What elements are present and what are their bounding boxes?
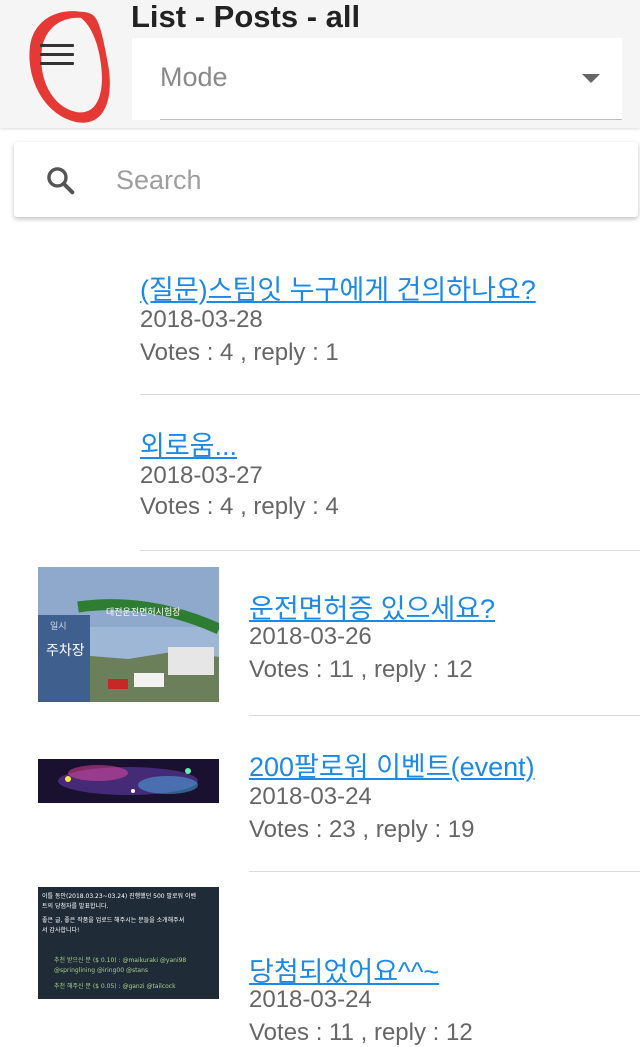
post-thumbnail[interactable]: 대전운전면허시험장 일시 주차장: [38, 567, 219, 702]
list-item[interactable]: (질문)스팀잇 누구에게 건의하나요? 2018-03-28 Votes : 4…: [0, 240, 640, 395]
post-top-text: 일시: [50, 621, 67, 632]
list-item[interactable]: 이틀 동안(2018.03.23~03.24) 진행했던 500 팔로워 이벤 …: [0, 872, 640, 1046]
mode-dropdown[interactable]: Mode: [132, 38, 622, 120]
mode-dropdown-label: Mode: [160, 62, 228, 92]
search-input[interactable]: [114, 158, 598, 202]
thumb-line: @springlining @iring00 @stans: [54, 967, 148, 974]
triangle-down-icon: [582, 74, 600, 83]
post-date: 2018-03-24: [249, 783, 372, 810]
mode-underline: [160, 119, 622, 120]
post-title-link[interactable]: 당첨되었어요^^~: [249, 950, 439, 989]
post-title-link[interactable]: 운전면허증 있으세요?: [249, 587, 495, 626]
post-stats: Votes : 11 , reply : 12: [249, 656, 473, 683]
post-thumbnail[interactable]: [38, 759, 219, 803]
divider: [249, 715, 640, 716]
post-date: 2018-03-27: [140, 462, 263, 489]
post-stats: Votes : 11 , reply : 12: [249, 1019, 473, 1046]
post-stats: Votes : 4 , reply : 1: [140, 339, 339, 366]
post-title-link[interactable]: 외로움...: [140, 424, 237, 463]
post-title-link[interactable]: (질문)스팀잇 누구에게 건의하나요?: [140, 268, 536, 307]
post-thumbnail[interactable]: 이틀 동안(2018.03.23~03.24) 진행했던 500 팔로워 이벤 …: [38, 887, 219, 999]
thumb-line: 트의 당첨자를 발표합니다.: [42, 902, 109, 910]
sign-text: 대전운전면허시험장: [106, 607, 181, 618]
list-item[interactable]: 200팔로워 이벤트(event) 2018-03-24 Votes : 23 …: [0, 717, 640, 872]
post-title-link[interactable]: 200팔로워 이벤트(event): [249, 745, 535, 784]
search-icon[interactable]: [44, 164, 78, 198]
post-date: 2018-03-28: [140, 306, 263, 333]
hamburger-menu-icon[interactable]: [40, 44, 74, 70]
post-stats: Votes : 4 , reply : 4: [140, 493, 339, 520]
divider: [140, 394, 640, 395]
thumb-line: 추천 해주신 분 ($ 0.05) : @ganzi @tailcock: [54, 982, 176, 990]
post-date: 2018-03-24: [249, 986, 372, 1013]
parking-text: 주차장: [46, 643, 85, 659]
post-date: 2018-03-26: [249, 623, 372, 650]
thumb-line: 추천 받으신 분 ($ 0.10) : @maikuraki @yani98: [54, 956, 186, 964]
page-title: List - Posts - all: [131, 0, 361, 34]
thumb-line: 서 감사합니다!: [42, 926, 79, 934]
thumb-line: 이틀 동안(2018.03.23~03.24) 진행했던 500 팔로워 이벤: [42, 892, 196, 900]
post-stats: Votes : 23 , reply : 19: [249, 816, 475, 843]
thumb-line: 좋은 글, 좋은 작품을 업로드 해주시는 분들을 소개해주셔: [42, 916, 184, 924]
search-bar: [14, 142, 638, 217]
app-header: List - Posts - all Mode: [0, 0, 640, 128]
list-item[interactable]: 대전운전면허시험장 일시 주차장 운전면허증 있으세요? 2018-03-26 …: [0, 551, 640, 716]
list-item[interactable]: 외로움... 2018-03-27 Votes : 4 , reply : 4: [0, 396, 640, 551]
